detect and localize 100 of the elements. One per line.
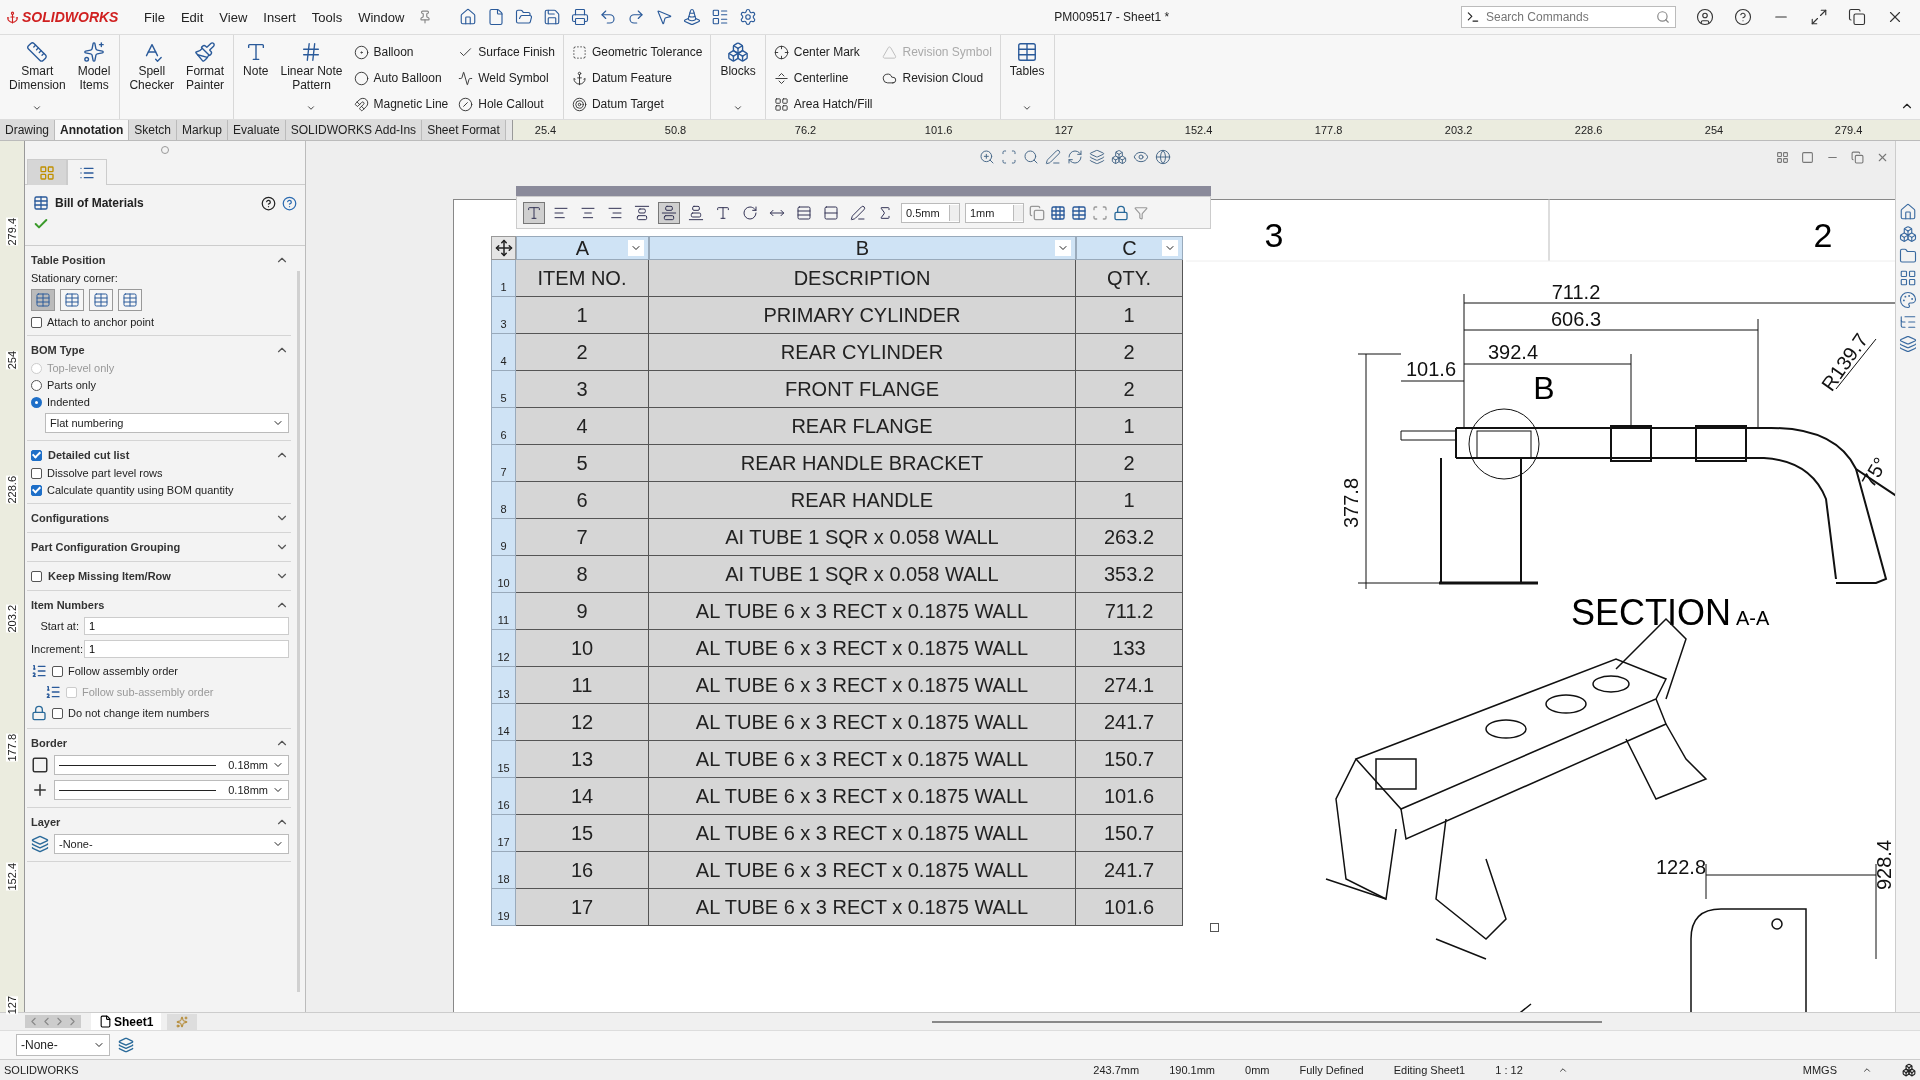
checkbox[interactable] [31,449,42,461]
number-field[interactable]: 1 [84,640,289,658]
panel-icon[interactable] [1801,151,1814,164]
ribbon-button[interactable]: Tables [1006,39,1048,115]
menu-item[interactable]: View [211,9,256,25]
scrollbar[interactable] [932,1020,1603,1023]
ribbon-button[interactable]: Blocks [717,39,759,115]
add-sheet-button[interactable] [167,1013,198,1030]
menu-item[interactable]: Insert [255,9,304,25]
ribbon-tab[interactable]: Annotation [55,120,130,140]
ribbon-button[interactable]: Note [240,39,272,115]
layer-select[interactable]: -None- [16,1034,110,1056]
user-icon[interactable] [1696,8,1714,26]
ribbon-button[interactable]: Magnetic Line [351,93,451,115]
globe-icon[interactable] [1155,149,1171,165]
pen-icon[interactable] [1045,149,1061,165]
search-field[interactable]: Search Commands [1461,6,1676,28]
menu-item[interactable]: Tools [303,9,351,25]
caret-icon[interactable] [32,103,43,113]
row-number[interactable]: 9 [491,519,516,556]
search-icon[interactable] [1023,149,1039,165]
checkbox[interactable] [31,467,42,479]
tile-icon[interactable] [1776,151,1789,164]
menu-item[interactable]: File [136,9,173,25]
resize-handle[interactable] [1210,923,1219,932]
radio-button[interactable] [31,396,42,408]
save-icon[interactable] [543,8,562,26]
palette-icon[interactable] [1899,291,1917,309]
layer-select[interactable]: -None- [54,834,289,854]
row-number[interactable]: 1 [491,260,516,297]
align-middle-button[interactable] [658,201,680,224]
pin-icon[interactable] [418,10,433,24]
ribbon-button[interactable]: Balloon [351,41,451,63]
ribbon-button[interactable]: Datum Target [569,93,705,115]
column-header[interactable]: A [516,236,649,260]
text-box-button[interactable] [523,201,545,224]
row-number[interactable]: 4 [491,334,516,371]
ribbon-button[interactable]: Spell Checker [126,39,178,115]
undo-icon[interactable] [599,8,618,26]
ribbon-tab[interactable]: Sheet Format [422,120,506,140]
ribbon-button[interactable]: Center Mark [771,41,875,63]
checkbox[interactable] [52,665,63,677]
ribbon-button[interactable]: Datum Feature [569,67,705,89]
menu-item[interactable]: Edit [172,9,212,25]
ribbon-button[interactable]: Auto Balloon [351,67,451,89]
checkbox[interactable] [52,707,63,719]
layers-icon[interactable] [1089,149,1105,165]
help-icon[interactable] [261,195,276,211]
ribbon-button[interactable]: Area Hatch/Fill [771,93,875,115]
ribbon-tab[interactable]: Drawing [0,120,55,140]
scrollbar[interactable] [297,271,300,992]
home-icon[interactable] [459,8,478,26]
boxes-icon[interactable] [1902,1063,1916,1077]
list-icon[interactable] [711,8,730,26]
caret-icon[interactable] [1557,1065,1568,1075]
row-number[interactable]: 7 [491,445,516,482]
number-field[interactable]: 1 [84,617,289,635]
ribbon-tab[interactable]: Markup [177,120,229,140]
ribbon-button[interactable]: Revision Cloud [880,67,994,89]
row-number[interactable]: 15 [491,741,516,778]
ribbon-button[interactable]: Linear Note Pattern [277,39,346,115]
restore-icon[interactable] [1848,8,1866,26]
resize-icon[interactable] [1810,8,1828,26]
menu-item[interactable]: Window [350,9,413,25]
panel-tab[interactable] [67,159,107,185]
checkbox[interactable] [31,570,42,582]
row-number[interactable]: 3 [491,297,516,334]
table-icon[interactable] [1071,204,1087,221]
row-number[interactable]: 18 [491,852,516,889]
row-number[interactable]: 6 [491,408,516,445]
ribbon-button[interactable]: Centerline [771,67,875,89]
ribbon-button[interactable]: Smart Dimension [6,39,69,115]
refresh-icon[interactable] [1067,149,1083,165]
redo-icon[interactable] [627,8,646,26]
column-header[interactable]: B [649,236,1076,260]
copy-icon[interactable] [1029,204,1045,221]
grid-icon[interactable] [1899,269,1917,287]
caret-icon[interactable] [1022,103,1033,113]
ribbon-button[interactable]: Surface Finish [456,41,557,63]
ribbon-button[interactable]: Model Items [74,39,114,115]
zoom-icon[interactable] [979,149,995,165]
line-weight-select[interactable]: 0.18mm [54,755,289,775]
row-number[interactable]: 17 [491,815,516,852]
row-number[interactable]: 5 [491,371,516,408]
folder-icon[interactable] [1899,247,1917,265]
pointer-icon[interactable] [655,8,674,26]
print-icon[interactable] [571,8,590,26]
row-number[interactable]: 13 [491,667,516,704]
column-header[interactable]: C [1076,236,1183,260]
toolbar-handle[interactable] [516,186,1211,196]
row-number[interactable]: 14 [491,704,516,741]
list-tree-icon[interactable] [1899,313,1917,331]
ribbon-button[interactable]: Geometric Tolerance [569,41,705,63]
size-field[interactable]: 1mm [965,202,1024,223]
size-field[interactable]: 0.5mm [901,202,960,223]
corner-button[interactable] [31,289,55,311]
search-icon[interactable] [1656,10,1670,24]
ribbon-tab[interactable]: Sketch [129,120,178,140]
lock-icon[interactable] [1113,204,1129,221]
help-icon[interactable] [1734,8,1752,26]
